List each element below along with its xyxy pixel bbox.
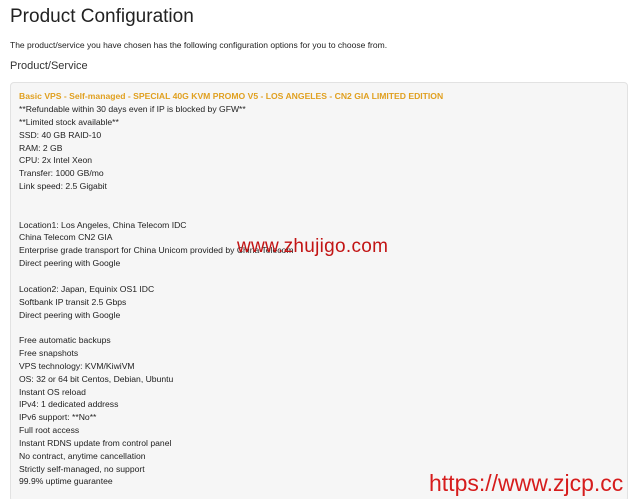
product-description: **Refundable within 30 days even if IP i… (19, 103, 294, 488)
description-line: IPv6 support: **No** (19, 412, 97, 423)
watermark-zhujigo: www.zhujigo.com (237, 236, 389, 257)
description-line: Direct peering with Google (19, 309, 121, 320)
page-title: Product Configuration (10, 6, 194, 27)
description-line: No contract, anytime cancellation (19, 450, 146, 461)
description-line: OS: 32 or 64 bit Centos, Debian, Ubuntu (19, 373, 174, 384)
description-line (19, 206, 294, 219)
description-line: SSD: 40 GB RAID-10 (19, 129, 102, 140)
description-line: Location1: Los Angeles, China Telecom ID… (19, 219, 187, 230)
product-name: Basic VPS - Self-managed - SPECIAL 40G K… (19, 91, 444, 101)
description-line: Softbank IP transit 2.5 Gbps (19, 296, 127, 307)
description-line: Strictly self-managed, no support (19, 463, 145, 474)
description-line: IPv4: 1 dedicated address (19, 399, 119, 410)
product-configuration-page: Product Configuration The product/servic… (0, 0, 640, 499)
description-line (19, 270, 294, 283)
description-line: **Refundable within 30 days even if IP i… (19, 104, 246, 114)
description-line: Link speed: 2.5 Gigabit (19, 181, 107, 192)
section-title: Product/Service (10, 60, 88, 72)
description-line: RAM: 2 GB (19, 142, 63, 153)
product-panel: Basic VPS - Self-managed - SPECIAL 40G K… (10, 82, 628, 499)
watermark-zjcp: https://www.zjcp.cc (429, 470, 624, 496)
description-line: CPU: 2x Intel Xeon (19, 155, 93, 166)
intro-text: The product/service you have chosen has … (10, 40, 388, 50)
description-line: Free snapshots (19, 348, 79, 359)
description-line (19, 321, 294, 334)
description-line: Full root access (19, 425, 80, 436)
description-line: **Limited stock available** (19, 116, 119, 127)
description-line: Direct peering with Google (19, 258, 121, 269)
description-line: 99.9% uptime guarantee (19, 476, 113, 487)
description-line: Location2: Japan, Equinix OS1 IDC (19, 283, 155, 294)
description-line: Transfer: 1000 GB/mo (19, 168, 104, 179)
description-line (19, 193, 294, 206)
description-line: Free automatic backups (19, 335, 111, 346)
description-line: Instant RDNS update from control panel (19, 437, 172, 448)
description-line: VPS technology: KVM/KiwiVM (19, 360, 135, 371)
description-line: Instant OS reload (19, 386, 86, 397)
